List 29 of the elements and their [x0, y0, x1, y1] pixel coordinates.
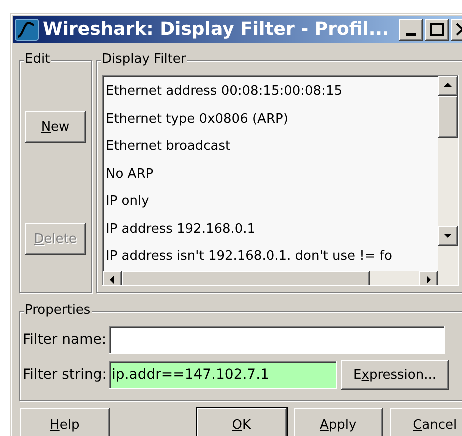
- expression-button[interactable]: Expression...: [341, 360, 450, 390]
- maximize-button[interactable]: [425, 18, 450, 41]
- filter-name-label: Filter name:: [23, 330, 107, 350]
- scrollbar-thumb[interactable]: [438, 96, 458, 138]
- filter-string-field[interactable]: ip.addr==147.102.7.1: [109, 361, 338, 390]
- app-icon: [15, 18, 39, 41]
- filter-list-item[interactable]: Ethernet type 0x0806 (ARP): [106, 106, 438, 134]
- filter-list-item[interactable]: Ethernet address 00:08:15:00:08:15: [106, 78, 438, 106]
- new-button[interactable]: New: [25, 111, 86, 144]
- ok-button[interactable]: OK: [196, 408, 286, 436]
- filter-string-label: Filter string:: [23, 366, 108, 385]
- minimize-button[interactable]: [399, 18, 424, 41]
- filter-list-item[interactable]: IP only: [106, 188, 438, 216]
- filter-name-field[interactable]: [108, 326, 445, 354]
- vertical-scrollbar[interactable]: [438, 76, 458, 286]
- minimize-icon: [406, 32, 416, 36]
- group-title: Properties: [24, 303, 92, 320]
- filter-list-item[interactable]: No ARP: [106, 160, 438, 188]
- scrollbar-thumb[interactable]: [122, 270, 370, 286]
- horizontal-scrollbar[interactable]: [103, 270, 438, 286]
- help-button[interactable]: Help: [20, 408, 110, 436]
- filter-list-item[interactable]: IP address 192.168.0.1: [106, 216, 438, 244]
- filter-list-item[interactable]: Ethernet broadcast: [106, 133, 438, 161]
- filter-list-item[interactable]: IP address isn't 192.168.0.1. don't use != fo: [106, 243, 438, 271]
- group-title: Display Filter: [101, 52, 188, 68]
- maximize-icon: [430, 23, 444, 36]
- window-title: Wireshark: Display Filter - Profil...: [43, 20, 390, 39]
- cancel-button[interactable]: Cancel: [390, 408, 462, 436]
- apply-button[interactable]: Apply: [294, 408, 384, 436]
